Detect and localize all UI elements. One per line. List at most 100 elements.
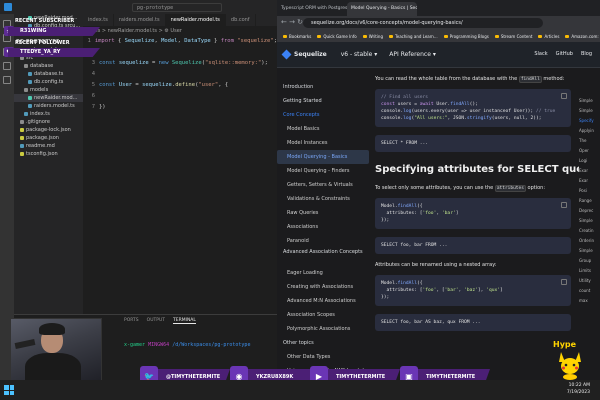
toc-item[interactable]: Limits xyxy=(579,266,600,276)
toc-item[interactable]: Range xyxy=(579,196,600,206)
code-line[interactable]: 2 xyxy=(83,47,277,58)
editor-tab[interactable]: db.conf xyxy=(226,14,256,26)
address-bar[interactable]: sequelize.org/docs/v6/core-concepts/mode… xyxy=(303,18,543,28)
tree-item[interactable]: tsconfig.json xyxy=(14,150,83,158)
tree-item[interactable]: raiders.model.ts xyxy=(14,102,83,110)
start-icon[interactable] xyxy=(4,385,14,395)
version-dropdown[interactable]: v6 - stable ▾ xyxy=(341,51,378,58)
sidebar-nav-item[interactable]: Eager Loading xyxy=(277,266,369,280)
terminal-prompt[interactable]: x-gamer MINGW64 /d/Workspaces/pg-prototy… xyxy=(124,342,250,348)
toc-item[interactable]: Simple xyxy=(579,106,600,116)
toc-item[interactable]: Simple xyxy=(579,246,600,256)
sidebar-nav-item[interactable]: Other topics xyxy=(277,336,369,350)
api-reference-dropdown[interactable]: API Reference ▾ xyxy=(389,51,436,58)
tree-item[interactable]: models xyxy=(14,86,83,94)
code-line[interactable]: 1 import { Sequelize, Model, DataType } f… xyxy=(83,36,278,47)
sidebar-nav-item[interactable]: Model Instances xyxy=(277,136,369,150)
sidebar-nav-item[interactable]: Paranoid xyxy=(277,234,369,248)
bookmark-item[interactable]: Amazon.com: Prin... xyxy=(565,34,600,39)
sql-block-1[interactable]: SELECT * FROM ... xyxy=(375,135,571,152)
toc-item[interactable]: The xyxy=(579,136,600,146)
back-forward-icon[interactable]: ← → ↻ xyxy=(281,18,303,26)
extensions-icon[interactable] xyxy=(3,76,11,84)
sql-block-2[interactable]: SELECT foo, bar FROM ... xyxy=(375,237,571,254)
toc-item[interactable]: Orderin xyxy=(579,236,600,246)
tree-item[interactable]: .gitignore xyxy=(14,118,83,126)
code-line[interactable]: 6 xyxy=(83,91,277,102)
toc-item[interactable]: Posi xyxy=(579,186,600,196)
copy-icon[interactable] xyxy=(561,93,567,99)
toc-item[interactable]: Exar xyxy=(579,166,600,176)
sidebar-nav-item[interactable]: Creating with Associations xyxy=(277,280,369,294)
tab-output[interactable]: OUTPUT xyxy=(147,318,165,324)
tree-item[interactable]: db.config.ts xyxy=(14,78,83,86)
toc-item[interactable]: Specify xyxy=(579,116,600,126)
sidebar-nav-item[interactable]: Other Data Types xyxy=(277,350,369,364)
sidebar-nav-item[interactable]: Raw Queries xyxy=(277,206,369,220)
tree-item[interactable]: package.json xyxy=(14,134,83,142)
slack-link[interactable]: Slack xyxy=(534,51,547,57)
toc-item[interactable]: Creatin xyxy=(579,226,600,236)
toc-item[interactable]: Oper xyxy=(579,146,600,156)
sidebar-nav-item[interactable]: Getting Started xyxy=(277,94,369,108)
bookmark-item[interactable]: Articles xyxy=(538,34,559,39)
tree-item[interactable]: database xyxy=(14,62,83,70)
sequelize-logo-icon[interactable] xyxy=(281,49,292,60)
toc-item[interactable]: Group xyxy=(579,256,600,266)
github-link[interactable]: GitHub xyxy=(556,51,573,57)
sidebar-nav-item[interactable]: Getters, Setters & Virtuals xyxy=(277,178,369,192)
blog-link[interactable]: Blog xyxy=(581,51,592,57)
site-name[interactable]: Sequelize xyxy=(294,51,327,58)
run-debug-icon[interactable] xyxy=(3,62,11,70)
sidebar-nav-item[interactable]: Advanced Association Concepts xyxy=(277,248,369,266)
toc-item[interactable]: count xyxy=(579,286,600,296)
taskbar-clock[interactable]: 10:22 AM 7/19/2023 xyxy=(567,382,590,396)
tab-ports[interactable]: PORTS xyxy=(124,318,139,324)
sidebar-nav-item[interactable]: Model Querying - Finders xyxy=(277,164,369,178)
tree-item[interactable]: package-lock.json xyxy=(14,126,83,134)
toc-item[interactable]: Exar xyxy=(579,176,600,186)
sidebar-nav-item[interactable]: Association Scopes xyxy=(277,308,369,322)
tree-item[interactable]: readme.md xyxy=(14,142,83,150)
code-line[interactable]: 5 const User = sequelize. define("user", { xyxy=(83,80,277,91)
toc-item[interactable]: Utility xyxy=(579,276,600,286)
breadcrumb[interactable]: odels > newRaider.model.ts > ⚙ User xyxy=(83,27,277,35)
sidebar-nav-item[interactable]: Model Querying - Basics xyxy=(277,150,369,164)
browser-tab[interactable]: Model Querying - Basics | Seque xyxy=(347,2,417,16)
code-block-rename[interactable]: Model.findAll({ attributes: ['foo', ['ba… xyxy=(375,275,571,306)
tab-terminal[interactable]: TERMINAL xyxy=(173,318,196,324)
bookmark-item[interactable]: Teaching and Learn... xyxy=(389,34,438,39)
toc-item[interactable]: Deprec xyxy=(579,206,600,216)
sidebar-nav-item[interactable]: Advanced M:N Associations xyxy=(277,294,369,308)
editor-tab[interactable]: index.ts xyxy=(83,14,114,26)
command-center-search[interactable]: pg-prototype xyxy=(132,2,222,12)
copy-icon[interactable] xyxy=(561,279,567,285)
tree-item[interactable]: index.ts xyxy=(14,110,83,118)
toc-item[interactable]: Simple xyxy=(579,216,600,226)
sidebar-nav-item[interactable]: Associations xyxy=(277,220,369,234)
copy-icon[interactable] xyxy=(561,202,567,208)
code-line[interactable]: 4 xyxy=(83,69,277,80)
browser-tab[interactable]: Typescript ORM with Postgres exam xyxy=(277,2,347,16)
browser-tab[interactable] xyxy=(417,2,487,16)
bookmark-item[interactable]: Stream Content xyxy=(495,34,533,39)
code-editor[interactable]: 1 import { Sequelize, Model, DataType } f… xyxy=(83,36,278,306)
code-line[interactable]: 3 const sequelize = new Sequelize("sqlite… xyxy=(83,58,277,69)
bookmark-item[interactable]: Quick Game Info xyxy=(317,34,356,39)
tree-item[interactable]: database.ts xyxy=(14,70,83,78)
code-line[interactable]: 7}) xyxy=(83,102,277,113)
sql-block-3[interactable]: SELECT foo, bar AS baz, qux FROM ... xyxy=(375,314,571,331)
tree-item[interactable]: newRaider.mod... xyxy=(14,94,83,102)
bookmark-item[interactable]: Writing xyxy=(363,34,383,39)
bookmark-item[interactable]: Programming Blogs xyxy=(444,34,489,39)
editor-tab[interactable]: newRaider.model.ts xyxy=(165,14,226,26)
toc-item[interactable]: Logi xyxy=(579,156,600,166)
bookmark-item[interactable]: Bookmarks xyxy=(283,34,311,39)
editor-tab[interactable]: raiders.model.ts xyxy=(114,14,166,26)
sidebar-nav-item[interactable]: Validations & Constraints xyxy=(277,192,369,206)
sidebar-nav-item[interactable]: Model Basics xyxy=(277,122,369,136)
code-block-findall[interactable]: // Find all users const users = await Use… xyxy=(375,89,571,127)
sidebar-nav-item[interactable]: Polymorphic Associations xyxy=(277,322,369,336)
code-block-attributes[interactable]: Model.findAll({ attributes: ['foo', 'bar… xyxy=(375,198,571,229)
toc-item[interactable]: Applyin xyxy=(579,126,600,136)
